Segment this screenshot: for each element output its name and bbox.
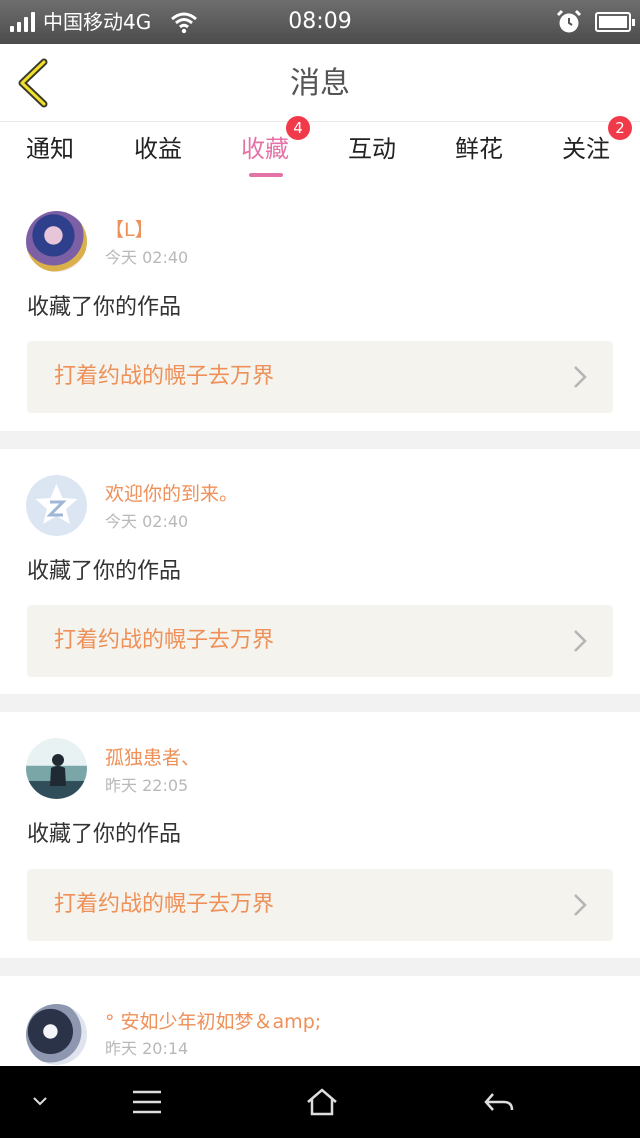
work-link[interactable]: 打着约战的幌子去万界 bbox=[27, 869, 613, 941]
tab-interaction[interactable]: 互动 bbox=[348, 134, 396, 164]
work-title: 打着约战的幌子去万界 bbox=[54, 892, 275, 917]
work-title: 打着约战的幌子去万界 bbox=[54, 628, 275, 653]
avatar[interactable] bbox=[26, 738, 87, 799]
system-nav-bar bbox=[0, 1066, 640, 1138]
chevron-right-icon bbox=[574, 630, 587, 652]
timestamp: 今天 02:40 bbox=[105, 512, 189, 531]
timestamp: 今天 02:40 bbox=[105, 248, 189, 267]
chevron-down-icon[interactable] bbox=[30, 1066, 50, 1138]
list-item: 孤独患者、 昨天 22:05 收藏了你的作品 打着约战的幌子去万界 bbox=[0, 712, 640, 958]
tab-bar: 通知 收益 收藏 4 互动 鲜花 关注 2 bbox=[0, 116, 640, 180]
timestamp: 昨天 22:05 bbox=[105, 776, 189, 795]
tab-flowers[interactable]: 鲜花 bbox=[455, 134, 503, 164]
tab-earnings[interactable]: 收益 bbox=[134, 134, 182, 164]
clock: 08:09 bbox=[288, 9, 352, 34]
divider bbox=[0, 431, 640, 449]
page-title: 消息 bbox=[290, 66, 350, 101]
work-link[interactable]: 打着约战的幌子去万界 bbox=[27, 341, 613, 413]
following-badge: 2 bbox=[608, 116, 632, 140]
list-item: 欢迎你的到来。 今天 02:40 收藏了你的作品 打着约战的幌子去万界 bbox=[0, 449, 640, 694]
list-item: 【L】 今天 02:40 收藏了你的作品 打着约战的幌子去万界 bbox=[0, 180, 640, 431]
action-text: 收藏了你的作品 bbox=[27, 559, 182, 584]
status-bar: 中国移动4G 08:09 bbox=[0, 0, 640, 44]
alarm-icon bbox=[556, 9, 582, 33]
work-title: 打着约战的幌子去万界 bbox=[54, 364, 275, 389]
default-avatar-icon bbox=[35, 484, 78, 524]
user-name[interactable]: 欢迎你的到来。 bbox=[105, 482, 238, 506]
divider bbox=[0, 958, 640, 976]
title-bar: 消息 bbox=[0, 44, 640, 122]
work-link[interactable]: 打着约战的幌子去万界 bbox=[27, 605, 613, 677]
tab-favorites[interactable]: 收藏 bbox=[241, 134, 289, 164]
active-tab-indicator bbox=[249, 173, 283, 177]
chevron-right-icon bbox=[574, 366, 587, 388]
tab-notice[interactable]: 通知 bbox=[26, 134, 74, 164]
list-item: ° 安如少年初如梦＆amp; 昨天 20:14 bbox=[0, 976, 640, 1066]
user-name[interactable]: 孤独患者、 bbox=[105, 746, 200, 770]
favorites-badge: 4 bbox=[286, 116, 310, 140]
divider bbox=[0, 694, 640, 712]
user-name[interactable]: ° 安如少年初如梦＆amp; bbox=[105, 1010, 321, 1034]
user-name[interactable]: 【L】 bbox=[105, 218, 154, 242]
avatar[interactable] bbox=[26, 211, 87, 272]
tab-following[interactable]: 关注 bbox=[562, 134, 610, 164]
avatar[interactable] bbox=[26, 475, 87, 536]
back-arrow-icon[interactable] bbox=[482, 1066, 516, 1138]
timestamp: 昨天 20:14 bbox=[105, 1039, 189, 1058]
avatar-figure-icon bbox=[50, 754, 66, 786]
battery-icon bbox=[595, 12, 635, 32]
menu-icon[interactable] bbox=[130, 1066, 164, 1138]
home-icon[interactable] bbox=[305, 1066, 339, 1138]
chevron-right-icon bbox=[574, 894, 587, 916]
action-text: 收藏了你的作品 bbox=[27, 822, 182, 847]
action-text: 收藏了你的作品 bbox=[27, 295, 182, 320]
avatar[interactable] bbox=[26, 1004, 87, 1065]
